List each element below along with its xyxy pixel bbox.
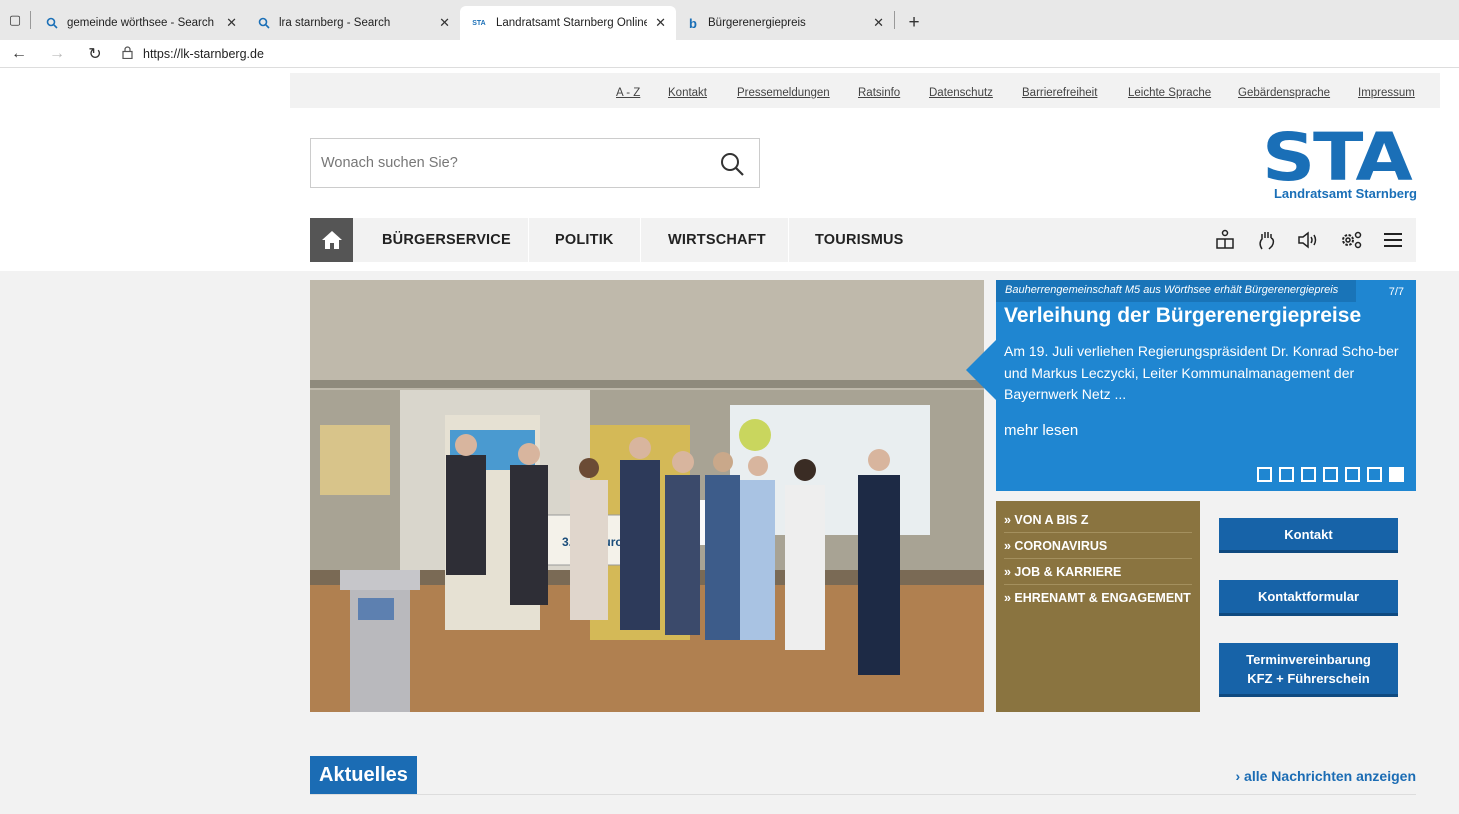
slider-dot[interactable] <box>1279 467 1294 482</box>
slider-pagination <box>1257 467 1404 482</box>
new-tab-icon[interactable]: + <box>899 6 929 40</box>
bing-icon: b <box>689 15 697 31</box>
site-search <box>310 138 760 188</box>
page-content: A - Z Kontakt Pressemeldungen Ratsinfo D… <box>0 68 1459 814</box>
browser-tab[interactable]: lra starnberg - Search ✕ <box>247 6 460 40</box>
nav-item-tourismus[interactable]: TOURISMUS <box>815 218 904 262</box>
slider-dot[interactable] <box>1323 467 1338 482</box>
gebaerdensprache-icon[interactable] <box>1254 227 1280 253</box>
slider-dot[interactable] <box>1257 467 1272 482</box>
logo-mark: STA <box>1262 119 1413 196</box>
hero-slide-image[interactable]: 3.000 Euro <box>310 280 984 712</box>
lock-icon[interactable] <box>122 45 133 62</box>
close-tab-icon[interactable]: ✕ <box>439 15 450 31</box>
window-menu-icon[interactable]: ▢ <box>0 0 30 40</box>
quicklink-von-a-bis-z[interactable]: » VON A BIS Z <box>1004 507 1192 533</box>
slider-dot[interactable] <box>1345 467 1360 482</box>
back-arrow-icon[interactable]: ← <box>0 45 38 63</box>
nav-divider <box>640 218 641 262</box>
slide-title[interactable]: Verleihung der Bürgerenergiepreise <box>1004 304 1361 328</box>
news-heading: Aktuelles <box>310 756 417 794</box>
url-field[interactable]: https://lk-starnberg.de <box>143 47 264 61</box>
forward-arrow-icon[interactable]: → <box>38 45 76 63</box>
service-navigation: A - Z Kontakt Pressemeldungen Ratsinfo D… <box>290 73 1440 108</box>
slider-pointer <box>966 340 996 400</box>
quicklink-ehrenamt[interactable]: » EHRENAMT & ENGAGEMENT <box>1004 585 1192 611</box>
slide-teaser: Am 19. Juli verliehen Regierungspräsiden… <box>1004 343 1399 402</box>
browser-tab[interactable]: gemeinde wörthsee - Search ✕ <box>35 6 247 40</box>
topnav-link-ratsinfo[interactable]: Ratsinfo <box>858 87 900 99</box>
tab-title: lra starnberg - Search <box>279 17 391 29</box>
topnav-link-barrierefreiheit[interactable]: Barrierefreiheit <box>1022 87 1097 99</box>
topnav-link-datenschutz[interactable]: Datenschutz <box>929 87 993 99</box>
quicklink-job-karriere[interactable]: » JOB & KARRIERE <box>1004 559 1192 585</box>
tab-separator <box>30 11 31 29</box>
topnav-link-impressum[interactable]: Impressum <box>1358 87 1415 99</box>
kontaktformular-button[interactable]: Kontaktformular <box>1219 580 1398 616</box>
tab-title: gemeinde wörthsee - Search <box>67 17 215 29</box>
hero-slider-panel: Bauherrengemeinschaft M5 aus Wörthsee er… <box>966 280 1416 491</box>
slider-dot-active[interactable] <box>1389 467 1404 482</box>
leichte-sprache-icon[interactable] <box>1212 227 1238 253</box>
award-ceremony-photo: 3.000 Euro <box>310 280 984 712</box>
search-icon[interactable] <box>719 151 745 177</box>
reload-icon[interactable]: ↻ <box>76 44 114 64</box>
slide-counter: 7/7 <box>1388 286 1404 298</box>
search-icon <box>257 16 271 30</box>
nav-item-wirtschaft[interactable]: WIRTSCHAFT <box>668 218 766 262</box>
home-button[interactable] <box>310 218 353 262</box>
vorlesen-icon[interactable] <box>1296 227 1322 253</box>
topnav-link-a-z[interactable]: A - Z <box>616 87 640 99</box>
topnav-link-kontakt[interactable]: Kontakt <box>668 87 707 99</box>
terminvereinbarung-button[interactable]: Terminvereinbarung KFZ + Führerschein <box>1219 643 1398 697</box>
read-more-link[interactable]: mehr lesen <box>1004 422 1078 439</box>
browser-tab-bar: ▢ gemeinde wörthsee - Search ✕ lra starn… <box>0 0 1459 40</box>
tab-separator <box>894 11 895 29</box>
close-tab-icon[interactable]: ✕ <box>655 15 666 31</box>
kontakt-button[interactable]: Kontakt <box>1219 518 1398 553</box>
news-divider <box>310 794 1416 795</box>
site-logo[interactable]: STA Landratsamt Starnberg <box>1262 125 1420 205</box>
main-navigation: BÜRGERSERVICE POLITIK WIRTSCHAFT TOURISM… <box>310 218 1416 262</box>
tab-title: Landratsamt Starnberg Online <box>496 17 648 29</box>
search-input[interactable] <box>321 151 691 175</box>
settings-icon[interactable] <box>1338 227 1364 253</box>
slider-dot[interactable] <box>1301 467 1316 482</box>
nav-divider <box>788 218 789 262</box>
nav-item-politik[interactable]: POLITIK <box>555 218 614 262</box>
topnav-link-leichte-sprache[interactable]: Leichte Sprache <box>1128 87 1211 99</box>
browser-tab-active[interactable]: STA Landratsamt Starnberg Online ✕ <box>460 6 676 40</box>
logo-subtitle: Landratsamt Starnberg <box>1273 186 1417 201</box>
search-icon <box>45 16 59 30</box>
home-icon <box>321 231 342 249</box>
close-tab-icon[interactable]: ✕ <box>873 15 884 31</box>
browser-tab[interactable]: b Bürgerenergiepreis ✕ <box>676 6 894 40</box>
tab-title: Bürgerenergiepreis <box>708 17 806 29</box>
slider-dot[interactable] <box>1367 467 1382 482</box>
close-tab-icon[interactable]: ✕ <box>226 15 237 31</box>
accessibility-tools <box>1212 227 1406 253</box>
slide-kicker: Bauherrengemeinschaft M5 aus Wörthsee er… <box>996 280 1356 302</box>
topnav-link-gebaerdensprache[interactable]: Gebärdensprache <box>1238 87 1330 99</box>
sta-favicon: STA <box>472 19 486 27</box>
quicklink-coronavirus[interactable]: » CORONAVIRUS <box>1004 533 1192 559</box>
nav-item-buergerservice[interactable]: BÜRGERSERVICE <box>382 218 511 262</box>
all-news-link[interactable]: › alle Nachrichten anzeigen <box>1236 768 1417 784</box>
address-bar: ← → ↻ https://lk-starnberg.de <box>0 40 1459 68</box>
nav-divider <box>528 218 529 262</box>
quicklinks-box: » VON A BIS Z » CORONAVIRUS » JOB & KARR… <box>996 501 1200 712</box>
menu-icon[interactable] <box>1380 227 1406 253</box>
topnav-link-pressemeldungen[interactable]: Pressemeldungen <box>737 87 830 99</box>
